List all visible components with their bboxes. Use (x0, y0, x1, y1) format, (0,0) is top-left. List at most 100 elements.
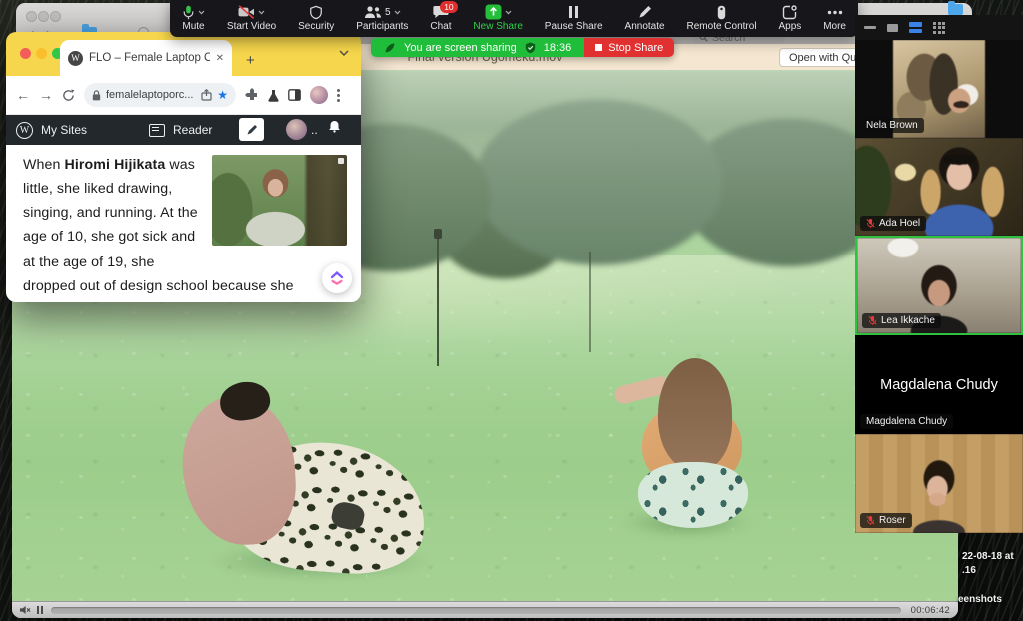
remote-control-button[interactable]: Remote Control (687, 5, 757, 32)
dancer-right (612, 358, 762, 543)
pause-share-button[interactable]: Pause Share (545, 5, 603, 32)
playback-scrubber[interactable] (51, 607, 901, 614)
window-close-button[interactable] (20, 48, 31, 59)
desktop-folder-label[interactable]: eenshots (958, 594, 1002, 605)
participant-tile[interactable]: Ada Hoel (855, 138, 1023, 236)
strip-view-icon[interactable] (909, 22, 922, 33)
screen: ‹ › Search Final version Ugomeku.mov Ope… (0, 0, 1023, 621)
participant-nametag: Nela Brown (860, 118, 924, 133)
chevron-up-icon[interactable] (258, 10, 265, 15)
window-minimize-button[interactable] (36, 48, 47, 59)
desktop-file-label[interactable]: .16 (962, 565, 976, 576)
participants-icon (364, 5, 382, 19)
browser-toolbar: ← → femalelaptoporc... ★ (6, 76, 361, 115)
sharing-leaf-icon (384, 42, 396, 54)
chat-button[interactable]: 10 Chat (430, 5, 451, 32)
address-bar[interactable]: femalelaptoporc... ★ (84, 83, 236, 107)
profile-avatar[interactable] (310, 86, 328, 104)
back-button[interactable]: ← (16, 87, 30, 103)
chrome-window: W FLO – Female Laptop Orchestra ✕ + ← → … (6, 32, 361, 302)
annotate-button[interactable]: Annotate (625, 5, 665, 32)
chevron-up-icon[interactable] (198, 10, 205, 15)
mute-button[interactable]: Mute (182, 5, 205, 32)
speaker-view-icon[interactable] (887, 24, 898, 32)
stop-share-label: Stop Share (608, 42, 663, 54)
lock-icon (92, 90, 101, 101)
participant-nametag: Magdalena Chudy (860, 414, 953, 429)
dotted-skirt (638, 462, 748, 528)
gallery-view-icon[interactable] (933, 22, 945, 34)
user-avatar[interactable] (286, 119, 307, 140)
participant-nametag: Roser (860, 513, 912, 528)
browser-tab[interactable]: W FLO – Female Laptop Orchestra ✕ (60, 40, 232, 76)
reload-button[interactable] (62, 89, 75, 102)
desktop-file-label[interactable]: 22-08-18 at (962, 551, 1014, 562)
reader-icon (149, 124, 165, 137)
person-name: Hiromi Hijikata (65, 157, 166, 173)
chevron-up-icon[interactable] (505, 10, 512, 15)
apps-icon (782, 5, 797, 20)
notifications-bell-icon[interactable] (328, 120, 341, 133)
tab-strip: W FLO – Female Laptop Orchestra ✕ + (6, 32, 361, 76)
participant-tile[interactable]: Roser (855, 434, 1023, 533)
wordpress-logo-icon[interactable]: W (16, 122, 33, 139)
security-button[interactable]: Security (298, 5, 334, 32)
forward-button[interactable]: → (39, 87, 53, 103)
more-dots-icon (827, 10, 843, 15)
url-text: femalelaptoporc... (106, 89, 196, 101)
chevron-up-icon[interactable] (394, 10, 401, 15)
bookmark-star-icon[interactable]: ★ (217, 88, 228, 102)
player-controls: 00:06:42 (12, 601, 958, 618)
participants-button[interactable]: 5 Participants (356, 5, 408, 32)
clickup-badge-icon[interactable] (322, 263, 352, 293)
lamppost (437, 238, 439, 366)
expand-icon[interactable] (338, 158, 344, 164)
flask-extension-icon[interactable] (268, 89, 279, 102)
reader-link[interactable]: Reader (173, 123, 212, 137)
write-post-button[interactable] (239, 118, 264, 141)
pause-icon[interactable] (37, 606, 43, 614)
participant-nametag: Lea Ikkache (862, 313, 941, 328)
distant-pole (589, 252, 591, 352)
muted-mic-icon (868, 315, 877, 326)
participant-tile-active-speaker[interactable]: Lea Ikkache (855, 236, 1023, 335)
stop-share-button[interactable]: Stop Share (584, 38, 674, 57)
video-off-icon (238, 5, 255, 19)
new-share-button[interactable]: New Share (473, 5, 522, 32)
pen-icon (246, 124, 258, 136)
tab-search-chevron-icon[interactable] (339, 50, 349, 56)
wordpress-admin-bar: W My Sites Reader .. (6, 115, 361, 145)
share-screen-icon (485, 4, 502, 20)
remote-control-icon (717, 5, 726, 20)
zoom-toolbar: Mute Start Video Security 5 Participants… (170, 0, 858, 37)
participant-tile[interactable]: Nela Brown (855, 40, 1023, 138)
apps-button[interactable]: Apps (778, 5, 801, 32)
participant-tile-video-off[interactable]: Magdalena Chudy Magdalena Chudy (855, 335, 1023, 434)
mute-speaker-icon[interactable] (20, 605, 31, 615)
sharing-status: You are screen sharing 18:36 (371, 38, 584, 57)
share-icon[interactable] (201, 89, 212, 101)
muted-mic-icon (866, 218, 875, 229)
minimize-panel-icon[interactable] (864, 26, 876, 29)
tab-close-icon[interactable]: ✕ (216, 53, 224, 64)
chrome-menu-icon[interactable] (337, 89, 340, 102)
my-sites-link[interactable]: My Sites (41, 123, 87, 137)
sharing-status-text: You are screen sharing (404, 42, 517, 54)
shield-icon (309, 5, 323, 20)
participant-nametag: Ada Hoel (860, 216, 926, 231)
start-video-button[interactable]: Start Video (227, 5, 276, 32)
truncated-label: .. (311, 123, 318, 137)
participant-count: 5 (385, 7, 391, 18)
more-button[interactable]: More (823, 5, 846, 32)
extensions-puzzle-icon[interactable] (245, 88, 259, 102)
window-close-button[interactable] (26, 11, 37, 22)
window-minimize-button[interactable] (38, 11, 49, 22)
screen-sharing-bar: You are screen sharing 18:36 Stop Share (371, 38, 674, 57)
window-zoom-button[interactable] (50, 11, 61, 22)
chat-unread-badge: 10 (440, 1, 458, 13)
hiromi-photo (212, 155, 347, 246)
folder-icon (948, 4, 963, 15)
sidebar-extension-icon[interactable] (288, 89, 301, 101)
wordpress-favicon: W (68, 51, 83, 66)
new-tab-button[interactable]: + (246, 52, 255, 69)
